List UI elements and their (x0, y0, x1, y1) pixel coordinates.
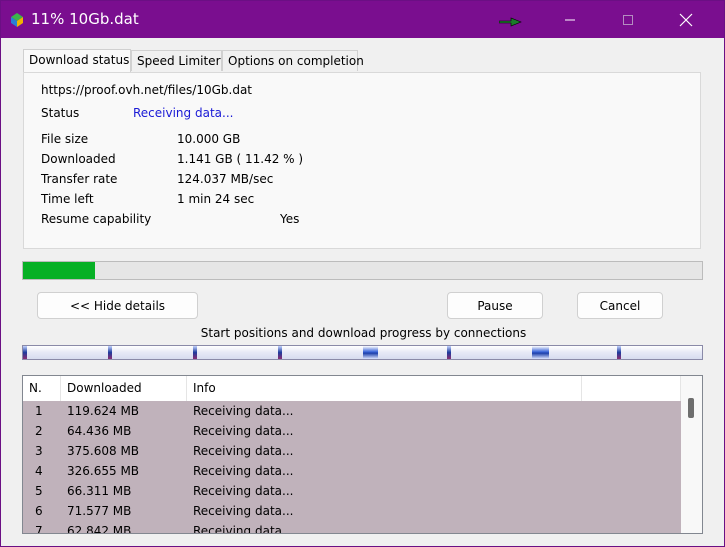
table-row[interactable]: 4 326.655 MB Receiving data... (23, 461, 681, 481)
file-size-value: 10.000 GB (177, 132, 241, 146)
connection-start-marker (617, 346, 621, 359)
row-info: Receiving data... (193, 424, 294, 438)
tab-download-status[interactable]: Download status (23, 49, 131, 72)
minimize-button[interactable] (541, 1, 599, 38)
connection-start-marker (447, 346, 451, 359)
status-label: Status (41, 106, 80, 120)
downloaded-value: 1.141 GB ( 11.42 % ) (177, 152, 304, 166)
mouse-cursor-icon (499, 17, 522, 27)
row-info: Receiving data... (193, 444, 294, 458)
row-number: 4 (35, 464, 43, 478)
connection-start-marker (193, 346, 197, 359)
title-bar[interactable]: 11% 10Gb.dat (1, 1, 724, 38)
row-number: 2 (35, 424, 43, 438)
column-header-info[interactable]: Info (187, 376, 582, 401)
row-number: 1 (35, 404, 43, 418)
tab-speed-limiter[interactable]: Speed Limiter (131, 50, 222, 71)
file-size-label: File size (41, 132, 89, 146)
list-header: N. Downloaded Info (23, 376, 681, 401)
resume-capability-label: Resume capability (41, 212, 152, 226)
download-manager-icon (11, 13, 23, 27)
download-progress-bar (22, 261, 703, 280)
pause-button[interactable]: Pause (447, 292, 543, 319)
table-row[interactable]: 3 375.608 MB Receiving data... (23, 441, 681, 461)
table-row[interactable]: 5 66.311 MB Receiving data... (23, 481, 681, 501)
downloaded-label: Downloaded (41, 152, 116, 166)
row-number: 6 (35, 504, 43, 518)
list-scrollbar[interactable] (681, 376, 702, 533)
connection-segment-progress (363, 346, 378, 359)
transfer-rate-label: Transfer rate (41, 172, 118, 186)
download-window: 11% 10Gb.dat Download status Speed Limit… (0, 0, 725, 547)
row-info: Receiving data... (193, 404, 294, 418)
column-header-downloaded[interactable]: Downloaded (61, 376, 187, 401)
list-body: 1 119.624 MB Receiving data... 2 64.436 MB Re… (23, 401, 681, 533)
connection-segment-progress (532, 346, 549, 359)
transfer-rate-value: 124.037 MB/sec (177, 172, 274, 186)
row-number: 7 (35, 524, 43, 534)
download-progress-fill (23, 262, 95, 279)
connection-start-marker (108, 346, 112, 359)
download-status-panel: https://proof.ovh.net/files/10Gb.dat Sta… (23, 72, 701, 249)
scrollbar-thumb[interactable] (688, 398, 694, 418)
row-downloaded: 71.577 MB (67, 504, 132, 518)
table-row[interactable]: 2 64.436 MB Receiving data... (23, 421, 681, 441)
close-icon (679, 13, 693, 26)
time-left-label: Time left (41, 192, 94, 206)
file-url: https://proof.ovh.net/files/10Gb.dat (41, 83, 252, 97)
column-header-number[interactable]: N. (23, 376, 61, 401)
connections-list[interactable]: N. Downloaded Info 1 119.624 MB Receiving … (22, 375, 703, 534)
row-info: Receiving data... (193, 524, 294, 534)
status-value: Receiving data... (133, 106, 234, 120)
maximize-button[interactable] (599, 1, 657, 38)
cancel-button[interactable]: Cancel (577, 292, 663, 319)
table-row[interactable]: 1 119.624 MB Receiving data... (23, 401, 681, 421)
time-left-value: 1 min 24 sec (177, 192, 255, 206)
row-info: Receiving data... (193, 484, 294, 498)
tab-options-on-completion[interactable]: Options on completion (222, 50, 364, 71)
row-downloaded: 64.436 MB (67, 424, 132, 438)
row-downloaded: 326.655 MB (67, 464, 140, 478)
connection-start-marker (23, 346, 27, 359)
column-header-empty (582, 376, 681, 401)
row-number: 3 (35, 444, 43, 458)
table-row[interactable]: 7 62.842 MB Receiving data... (23, 521, 681, 534)
connections-label: Start positions and download progress by… (200, 326, 527, 340)
row-info: Receiving data... (193, 464, 294, 478)
row-info: Receiving data... (193, 504, 294, 518)
window-title: 11% 10Gb.dat (31, 10, 139, 28)
close-button[interactable] (657, 1, 715, 38)
row-number: 5 (35, 484, 43, 498)
minimize-icon (565, 19, 575, 20)
row-downloaded: 119.624 MB (67, 404, 140, 418)
hide-details-button[interactable]: << Hide details (37, 292, 198, 319)
row-downloaded: 62.842 MB (67, 524, 132, 534)
row-downloaded: 66.311 MB (67, 484, 132, 498)
connection-start-marker (278, 346, 282, 359)
connections-progress-bar (22, 345, 703, 360)
table-row[interactable]: 6 71.577 MB Receiving data... (23, 501, 681, 521)
maximize-icon (623, 14, 633, 25)
row-downloaded: 375.608 MB (67, 444, 140, 458)
resume-capability-value: Yes (280, 212, 300, 226)
